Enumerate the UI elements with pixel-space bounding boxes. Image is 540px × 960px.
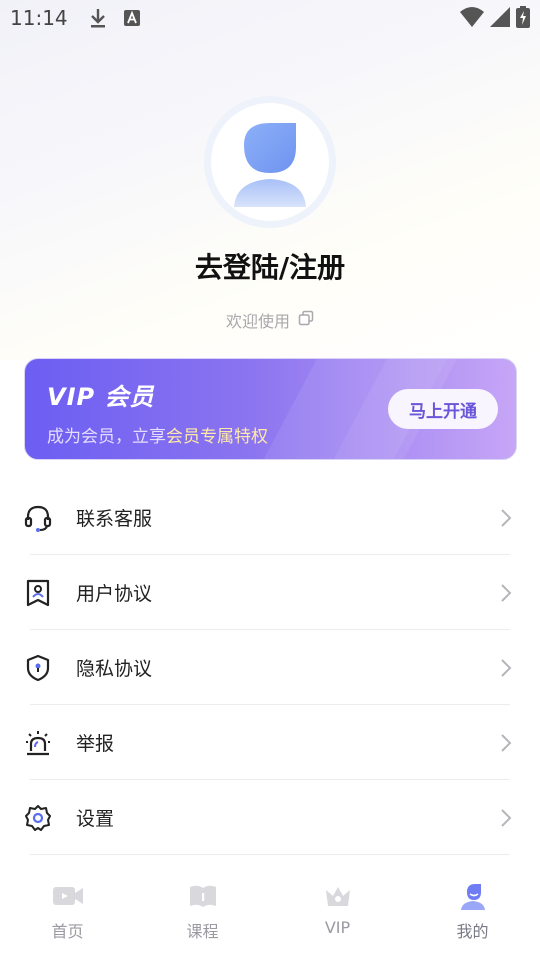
menu-label: 设置 xyxy=(76,808,115,830)
chevron-right-icon xyxy=(500,508,514,528)
video-camera-icon xyxy=(52,880,84,912)
menu-label: 联系客服 xyxy=(76,508,153,530)
text-a-icon xyxy=(120,6,144,30)
chevron-right-icon xyxy=(500,808,514,828)
nav-item-courses[interactable]: 课程 xyxy=(135,870,270,960)
menu-label: 用户协议 xyxy=(76,583,153,605)
menu-label: 隐私协议 xyxy=(76,658,153,680)
crown-icon xyxy=(322,880,354,912)
signal-icon xyxy=(490,7,510,32)
profile-icon xyxy=(457,880,489,912)
vip-membership-card[interactable]: VIP 会员 成为会员，立享会员专属特权 马上开通 xyxy=(24,358,517,460)
download-icon xyxy=(86,6,110,30)
settings-menu: 联系客服 用户协议 隐私协议 举报 设置 xyxy=(0,480,540,855)
bottom-navigation: 首页 课程 VIP 我的 xyxy=(0,870,540,960)
nav-item-mine[interactable]: 我的 xyxy=(405,870,540,960)
chevron-right-icon xyxy=(500,733,514,753)
book-icon xyxy=(187,880,219,912)
user-agreement-icon xyxy=(24,579,52,607)
menu-item-contact-service[interactable]: 联系客服 xyxy=(0,480,540,555)
copy-icon[interactable] xyxy=(298,310,314,330)
headset-icon xyxy=(24,504,52,532)
nav-item-home[interactable]: 首页 xyxy=(0,870,135,960)
divider xyxy=(30,854,510,855)
open-vip-button[interactable]: 马上开通 xyxy=(388,389,498,429)
vip-card-title: VIP 会员 xyxy=(47,383,155,411)
status-right-icons xyxy=(460,6,530,33)
shield-lock-icon xyxy=(24,654,52,682)
welcome-text: 欢迎使用 xyxy=(225,312,290,331)
nav-item-vip[interactable]: VIP xyxy=(270,870,405,960)
chevron-right-icon xyxy=(500,583,514,603)
menu-item-report[interactable]: 举报 xyxy=(0,705,540,780)
status-bar: 11:14 xyxy=(0,0,540,36)
nav-label: VIP xyxy=(324,918,351,937)
login-register-link[interactable]: 去登陆/注册 xyxy=(0,246,540,286)
nav-label: 首页 xyxy=(51,922,84,941)
avatar-inner xyxy=(211,103,329,221)
nav-label: 课程 xyxy=(186,922,219,941)
avatar[interactable] xyxy=(204,96,336,228)
menu-item-user-agreement[interactable]: 用户协议 xyxy=(0,555,540,630)
vip-sub-highlight: 会员专属特权 xyxy=(166,427,268,447)
status-time: 11:14 xyxy=(10,6,68,30)
nav-label: 我的 xyxy=(456,922,489,941)
menu-label: 举报 xyxy=(76,733,115,755)
menu-item-settings[interactable]: 设置 xyxy=(0,780,540,855)
gear-icon xyxy=(24,804,52,832)
vip-card-subtitle: 成为会员，立享会员专属特权 xyxy=(47,422,268,447)
battery-charging-icon xyxy=(516,6,530,33)
chevron-right-icon xyxy=(500,658,514,678)
default-avatar-icon xyxy=(234,123,306,207)
vip-sub-prefix: 成为会员，立享 xyxy=(47,427,166,447)
wifi-icon xyxy=(460,7,484,32)
welcome-row: 欢迎使用 xyxy=(0,308,540,332)
menu-item-privacy-agreement[interactable]: 隐私协议 xyxy=(0,630,540,705)
alarm-siren-icon xyxy=(24,729,52,757)
